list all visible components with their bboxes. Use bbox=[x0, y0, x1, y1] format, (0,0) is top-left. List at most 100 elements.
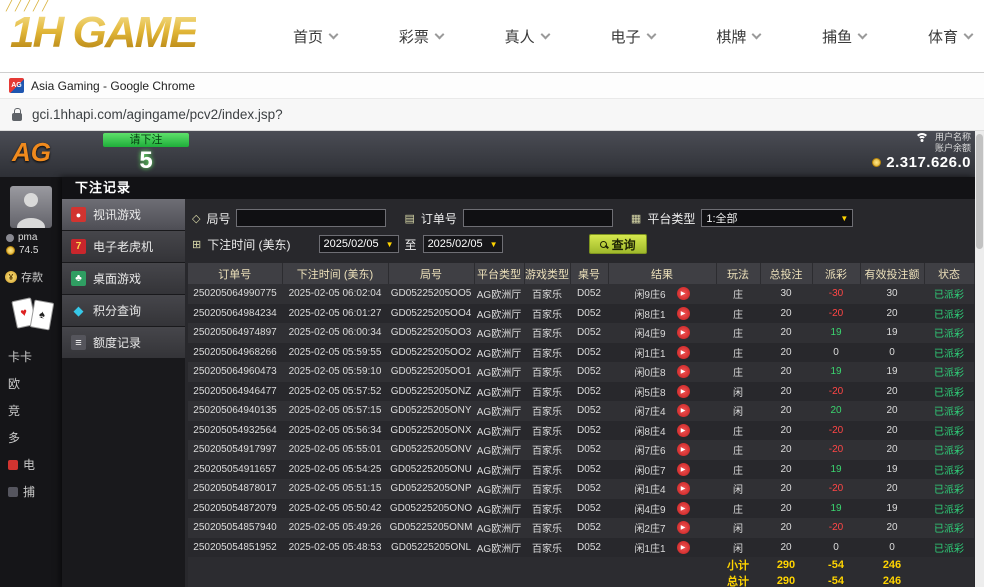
caret-down-icon: ▼ bbox=[490, 240, 498, 249]
user-icon bbox=[6, 234, 14, 242]
cell-round: GD05225205OO3 bbox=[388, 323, 474, 343]
wifi-icon bbox=[914, 133, 930, 143]
cell-round: GD05225205ONL bbox=[388, 538, 474, 558]
cell-game: 百家乐 bbox=[524, 284, 570, 304]
browser-urlbar[interactable]: gci.1hhapi.com/agingame/pcv2/index.jsp? bbox=[0, 99, 984, 131]
modal-menu: ● 视讯游戏 7 电子老虎机 ♣ 桌面游戏 ◆ 积分查询 ≡ 额度记录 bbox=[62, 199, 185, 587]
play-button[interactable]: ▶ bbox=[677, 326, 690, 339]
result-text: 闲0庄8 bbox=[634, 364, 665, 379]
cell-valid: 20 bbox=[860, 421, 924, 441]
lobby-menu-item[interactable]: 欧 bbox=[0, 370, 62, 397]
menu-item-points-query[interactable]: ◆ 积分查询 bbox=[62, 295, 185, 326]
cell-time: 2025-02-05 05:59:55 bbox=[282, 343, 388, 363]
lobby-menu-item[interactable]: 多 bbox=[0, 424, 62, 451]
play-button[interactable]: ▶ bbox=[677, 404, 690, 417]
cell-bet: 20 bbox=[760, 538, 812, 558]
lobby-menu-item[interactable]: 电 bbox=[0, 451, 62, 478]
cell-bet: 20 bbox=[760, 499, 812, 519]
nav-label: 彩票 bbox=[399, 26, 429, 47]
cell-valid: 20 bbox=[860, 479, 924, 499]
play-button[interactable]: ▶ bbox=[677, 346, 690, 359]
nav-item-cards[interactable]: 棋牌 bbox=[708, 26, 768, 47]
sum-cell bbox=[188, 557, 716, 573]
column-header: 平台类型 bbox=[474, 263, 524, 284]
sum-cell: 总计 bbox=[716, 573, 760, 587]
scrollbar[interactable] bbox=[975, 131, 984, 587]
play-button[interactable]: ▶ bbox=[677, 287, 690, 300]
column-header: 总投注 bbox=[760, 263, 812, 284]
date-from-picker[interactable]: 2025/02/05 ▼ bbox=[319, 235, 399, 253]
table-row: 2502050649842342025-02-05 06:01:27GD0522… bbox=[188, 304, 974, 324]
sum-cell: 小计 bbox=[716, 557, 760, 573]
nav-item-fishing[interactable]: 捕鱼 bbox=[814, 26, 874, 47]
nav-item-live[interactable]: 真人 bbox=[497, 26, 557, 47]
play-button[interactable]: ▶ bbox=[677, 307, 690, 320]
lobby-menu-label: 捕 bbox=[23, 483, 35, 500]
table-row: 2502050649604732025-02-05 05:59:10GD0522… bbox=[188, 362, 974, 382]
play-button[interactable]: ▶ bbox=[677, 521, 690, 534]
deposit-button[interactable]: ¥ 存款 bbox=[0, 269, 62, 285]
to-label: 至 bbox=[405, 236, 417, 253]
nav-item-home[interactable]: 首页 bbox=[285, 26, 345, 47]
play-button[interactable]: ▶ bbox=[677, 541, 690, 554]
ag-logo: AG bbox=[12, 137, 51, 168]
cell-bet: 20 bbox=[760, 323, 812, 343]
result-text: 闲1庄1 bbox=[634, 345, 665, 360]
cell-round: GD05225205ONZ bbox=[388, 382, 474, 402]
play-button[interactable]: ▶ bbox=[677, 502, 690, 515]
cell-round: GD05225205OO4 bbox=[388, 304, 474, 324]
nav-item-sports[interactable]: 体育 bbox=[920, 26, 980, 47]
site-header: ╱╱╱╱╱ 1H GAME 首页 彩票 真人 电子 棋牌 捕鱼 体育 bbox=[0, 0, 984, 72]
nav-item-slots[interactable]: 电子 bbox=[602, 26, 662, 47]
sum-cell bbox=[924, 557, 974, 573]
table-row: 2502050549325642025-02-05 05:56:34GD0522… bbox=[188, 421, 974, 441]
round-input[interactable] bbox=[236, 209, 386, 227]
lobby-menu-item[interactable]: 捕 bbox=[0, 478, 62, 505]
scrollbar-thumb[interactable] bbox=[976, 134, 983, 249]
bet-records-table: 订单号下注时间 (美东)局号平台类型游戏类型桌号结果玩法总投注派彩有效投注额状态… bbox=[188, 263, 975, 587]
order-input[interactable] bbox=[463, 209, 613, 227]
play-button[interactable]: ▶ bbox=[677, 385, 690, 398]
date-to-picker[interactable]: 2025/02/05 ▼ bbox=[423, 235, 503, 253]
cell-result: 闲0庄8 ▶ bbox=[608, 362, 716, 382]
cell-result: 闲4庄9▶ bbox=[608, 499, 716, 519]
menu-item-slot-machines[interactable]: 7 电子老虎机 bbox=[62, 231, 185, 262]
platform-select[interactable]: 1:全部 ▼ bbox=[701, 209, 853, 227]
browser-favicon: AG bbox=[9, 78, 24, 93]
table-row: 2502050548579402025-02-05 05:49:26GD0522… bbox=[188, 518, 974, 538]
menu-item-video-games[interactable]: ● 视讯游戏 bbox=[62, 199, 185, 230]
cell-table: D052 bbox=[570, 284, 608, 304]
deposit-icon: ¥ bbox=[5, 271, 17, 283]
menu-item-table-games[interactable]: ♣ 桌面游戏 bbox=[62, 263, 185, 294]
lobby-menu-item[interactable]: 卡卡 bbox=[0, 343, 62, 370]
cell-game: 百家乐 bbox=[524, 460, 570, 480]
cell-order: 250205054878017 bbox=[188, 479, 282, 499]
play-button[interactable]: ▶ bbox=[677, 482, 690, 495]
cell-table: D052 bbox=[570, 421, 608, 441]
cell-valid: 20 bbox=[860, 401, 924, 421]
coin-value: 74.5 bbox=[19, 245, 38, 256]
cell-time: 2025-02-05 05:48:53 bbox=[282, 538, 388, 558]
cell-game: 百家乐 bbox=[524, 362, 570, 382]
nav-item-lottery[interactable]: 彩票 bbox=[391, 26, 451, 47]
query-button[interactable]: 查询 bbox=[589, 234, 647, 254]
table-row: 2502050548519522025-02-05 05:48:53GD0522… bbox=[188, 538, 974, 558]
cell-time: 2025-02-05 05:57:15 bbox=[282, 401, 388, 421]
play-button[interactable]: ▶ bbox=[677, 424, 690, 437]
cell-status: 已派彩 bbox=[924, 538, 974, 558]
cell-play: 庄 bbox=[716, 440, 760, 460]
play-button[interactable]: ▶ bbox=[677, 443, 690, 456]
filter-row-2: ⊞ 下注时间 (美东) 2025/02/05 ▼ 至 2025/02/05 ▼ … bbox=[188, 231, 975, 257]
cell-platform: AG欧洲厅 bbox=[474, 382, 524, 402]
cell-game: 百家乐 bbox=[524, 421, 570, 441]
slot-machine-icon: 7 bbox=[71, 239, 86, 254]
play-button[interactable]: ▶ bbox=[677, 463, 690, 476]
cell-result: 闲1庄1▶ bbox=[608, 538, 716, 558]
table-game-icon: ♣ bbox=[71, 271, 86, 286]
nav-label: 体育 bbox=[928, 26, 958, 47]
lobby-menu-item[interactable]: 竞 bbox=[0, 397, 62, 424]
menu-item-quota-records[interactable]: ≡ 额度记录 bbox=[62, 327, 185, 358]
cell-table: D052 bbox=[570, 538, 608, 558]
avatar[interactable] bbox=[10, 186, 52, 228]
play-button[interactable]: ▶ bbox=[677, 365, 690, 378]
